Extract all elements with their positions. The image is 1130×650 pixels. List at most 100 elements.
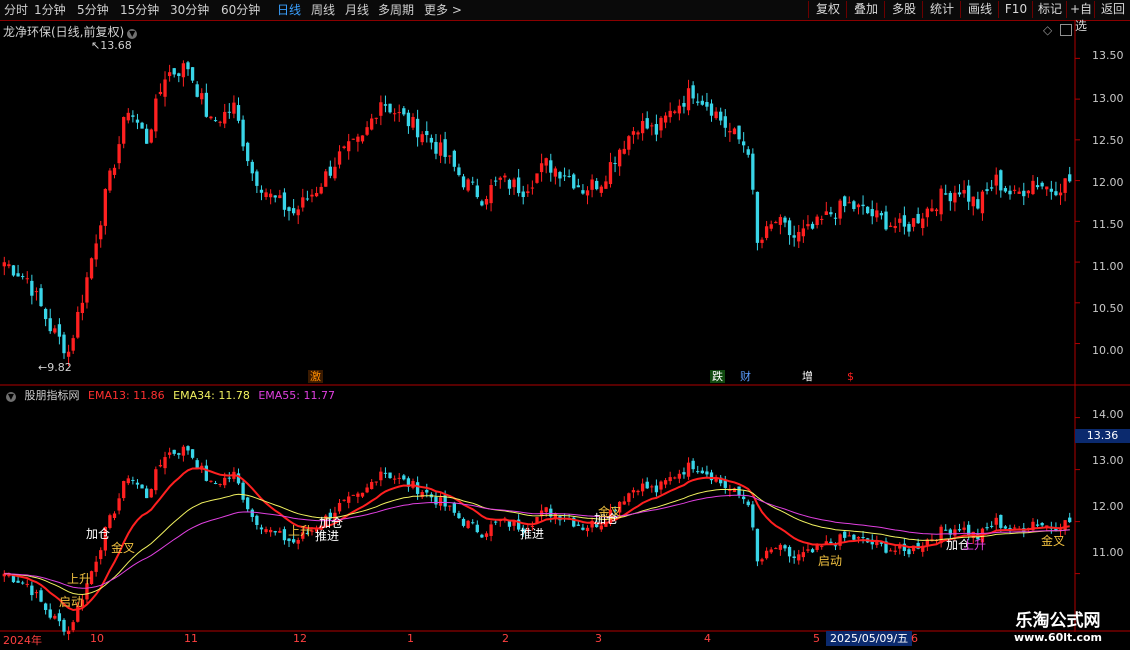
main-candle-body — [498, 177, 502, 180]
diamond-icon[interactable]: ◇ — [1043, 23, 1052, 37]
main-candle-body — [682, 103, 686, 107]
button-biaoji[interactable]: 标记 — [1032, 1, 1067, 18]
button-tongji[interactable]: 统计 — [922, 1, 961, 18]
button-add-watchlist[interactable]: +自选 — [1066, 1, 1095, 33]
watermark-url: www.60lt.com — [1013, 631, 1103, 644]
tab-more[interactable]: 更多 > — [424, 2, 462, 18]
chart-canvas[interactable] — [0, 20, 1130, 650]
time-axis-label: 10 — [90, 632, 104, 645]
indicator-candle-body — [682, 472, 686, 475]
main-candle-body — [471, 181, 475, 183]
tab-weekly[interactable]: 周线 — [311, 2, 335, 18]
square-icon[interactable] — [1060, 24, 1072, 36]
main-candle-body — [443, 139, 447, 157]
main-candle-body — [957, 192, 962, 195]
main-candle-body — [746, 149, 750, 155]
main-candle-body — [521, 191, 525, 198]
indicator-candle-body — [388, 472, 392, 479]
indicator-candle-body — [291, 539, 296, 543]
indicator-candle-body — [53, 615, 57, 619]
main-candle-body — [673, 111, 677, 113]
event-tag[interactable]: 增 — [800, 370, 815, 383]
indicator-candle-body — [888, 550, 893, 552]
indicator-candle-body — [181, 446, 186, 456]
main-candle-body — [232, 102, 236, 114]
main-candle-body — [549, 160, 553, 173]
main-candle-body — [769, 224, 773, 229]
main-candle-body — [11, 265, 16, 276]
button-diejia[interactable]: 叠加 — [846, 1, 885, 18]
button-back[interactable]: 返回 — [1094, 1, 1130, 18]
tab-monthly[interactable]: 月线 — [345, 2, 369, 18]
main-candle-body — [402, 108, 406, 115]
main-candle-body — [884, 211, 888, 230]
dropdown-icon[interactable]: ▼ — [127, 29, 138, 39]
indicator-candle-body — [278, 530, 282, 533]
main-candle-body — [291, 208, 296, 214]
indicator-candle-body — [163, 457, 167, 469]
main-candle-body — [200, 93, 204, 100]
tab-60min[interactable]: 60分钟 — [221, 2, 260, 18]
main-candle-body — [801, 228, 806, 237]
main-candle-body — [99, 225, 103, 240]
event-tag[interactable]: 激 — [308, 370, 323, 383]
tab-multi-period[interactable]: 多周期 — [378, 2, 414, 18]
indicator-candle-body — [204, 465, 209, 481]
main-candle-body — [888, 225, 893, 227]
main-candle-body — [737, 125, 741, 140]
button-f10[interactable]: F10 — [998, 1, 1033, 18]
main-candle-body — [259, 189, 264, 193]
indicator-candle-body — [774, 548, 778, 550]
indicator-candle-body — [829, 541, 833, 544]
button-duogu[interactable]: 多股 — [884, 1, 923, 18]
tab-30min[interactable]: 30分钟 — [170, 2, 209, 18]
signal-label: 推进 — [315, 529, 340, 543]
indicator-dropdown-icon[interactable]: ▼ — [6, 392, 16, 402]
main-candle-body — [962, 189, 966, 194]
tab-15min[interactable]: 15分钟 — [120, 2, 159, 18]
indicator-candle-body — [255, 515, 259, 525]
main-candle-body — [875, 210, 879, 218]
main-candle-body — [953, 192, 957, 203]
event-tag[interactable]: 跌 — [710, 370, 725, 383]
watermark: 乐淘公式网 www.60lt.com — [992, 606, 1124, 644]
main-candle-body — [204, 92, 209, 117]
indicator-candle-body — [71, 622, 75, 631]
main-candle-body — [48, 318, 52, 332]
tab-1min[interactable]: 1分钟 — [34, 2, 66, 18]
main-candle-body — [370, 118, 374, 130]
indicator-candle-body — [223, 477, 227, 486]
main-candle-body — [227, 111, 231, 113]
main-candle-body — [824, 211, 828, 215]
main-candle-body — [856, 204, 861, 208]
event-tag[interactable]: $ — [845, 370, 856, 383]
main-candle-body — [741, 141, 746, 146]
main-pane-title[interactable]: 龙净环保(日线,前复权) ▼ — [3, 23, 138, 40]
indicator-candle-body — [700, 470, 704, 474]
indicator-candle-body — [250, 509, 254, 517]
main-candle-body — [590, 179, 594, 190]
indicator-candle-body — [34, 592, 39, 594]
main-candle-body — [526, 191, 530, 194]
indicator-candle-body — [627, 493, 631, 502]
indicator-candle-body — [852, 534, 856, 540]
main-candle-body — [122, 117, 126, 144]
main-candle-body — [76, 311, 80, 338]
tab-5min[interactable]: 5分钟 — [77, 2, 109, 18]
indicator-candle-body — [709, 472, 714, 481]
tab-daily[interactable]: 日线 — [277, 2, 301, 18]
main-candle-body — [911, 218, 916, 227]
main-candle-body — [539, 163, 544, 173]
button-fuquan[interactable]: 复权 — [808, 1, 847, 18]
indicator-candle-body — [209, 480, 213, 482]
tab-fenshi[interactable]: 分时 — [4, 2, 28, 18]
event-tag[interactable]: 财 — [738, 370, 753, 383]
time-axis-label: 3 — [595, 632, 602, 645]
indicator-candle-body — [392, 478, 397, 480]
main-candle-body — [572, 174, 576, 189]
main-candle-body — [930, 208, 934, 212]
indicator-candle-body — [448, 505, 452, 507]
button-huaxian[interactable]: 画线 — [960, 1, 999, 18]
stock-title: 龙净环保(日线,前复权) — [3, 25, 125, 39]
main-candle-body — [392, 113, 397, 115]
